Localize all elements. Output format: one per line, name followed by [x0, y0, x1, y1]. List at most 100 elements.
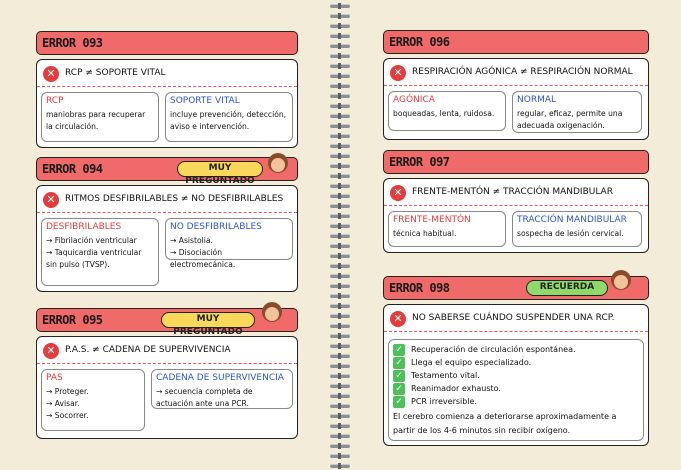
badge-muy-preguntado: MUY PREGUNTADO: [177, 161, 263, 186]
checklist-text: Recuperación de circulación espontánea.: [411, 345, 576, 354]
card-error-098: ERROR 098 RECUERDA ✕ NO SABERSE CUÁNDO S…: [383, 270, 649, 446]
right-text: → secuencia completa de actuación ante u…: [156, 387, 253, 408]
question-text: NO SABERSE CUÁNDO SUSPENDER UNA RCP.: [412, 313, 615, 323]
divider: [384, 331, 648, 332]
left-heading: AGÓNICA: [393, 95, 435, 105]
checkbox-checked-icon: ✓: [393, 344, 405, 356]
close-icon: ✕: [43, 192, 59, 208]
left-page: ERROR 093 ✕ RCP ≠ SOPORTE VITAL RCP mani…: [0, 0, 330, 470]
card-title: ERROR 096: [389, 35, 450, 49]
left-box: PAS → Proteger. → Avisar. → Socorrer.: [41, 369, 145, 431]
question-text: RITMOS DESFIBRILABLES ≠ NO DESFIBRILABLE…: [65, 194, 284, 204]
question-row: ✕ FRENTE-MENTÓN ≠ TRACCIÓN MANDIBULAR: [390, 185, 642, 203]
right-text: sospecha de lesión cervical.: [517, 229, 624, 238]
right-heading: SOPORTE VITAL: [170, 96, 240, 106]
question-text: P.A.S. ≠ CADENA DE SUPERVIVENCIA: [65, 345, 231, 355]
avatar-icon: [611, 270, 631, 296]
left-box: DESFIBRILABLES → Fibrilación ventricular…: [41, 218, 159, 286]
right-heading: CADENA DE SUPERVIVENCIA: [156, 373, 284, 383]
divider: [37, 363, 297, 364]
checkbox-checked-icon: ✓: [393, 383, 405, 395]
card-header: ERROR 094 MUY PREGUNTADO: [36, 157, 298, 186]
right-item: → Disociación electromecánica.: [170, 248, 236, 269]
right-heading: TRACCIÓN MANDIBULAR: [517, 215, 627, 225]
card-body: ✕ P.A.S. ≠ CADENA DE SUPERVIVENCIA PAS →…: [36, 336, 298, 439]
left-item: → Proteger.: [46, 387, 89, 396]
close-icon: ✕: [43, 66, 59, 82]
right-box: SOPORTE VITAL incluye prevención, detecc…: [165, 92, 293, 142]
close-icon: ✕: [390, 311, 406, 327]
note-text: El cerebro comienza a deteriorarse aprox…: [393, 412, 617, 435]
left-box: AGÓNICA boqueadas, lenta, ruidosa.: [388, 91, 506, 131]
checklist-text: Testamento vital.: [411, 371, 480, 380]
card-error-094: ERROR 094 MUY PREGUNTADO ✕ RITMOS DESFIB…: [36, 153, 298, 292]
notebook-spine: [326, 0, 354, 470]
right-heading: NORMAL: [517, 95, 557, 105]
card-error-093: ERROR 093 ✕ RCP ≠ SOPORTE VITAL RCP mani…: [36, 31, 298, 148]
close-icon: ✕: [390, 65, 406, 81]
card-header: ERROR 097: [383, 150, 649, 174]
right-page: ERROR 096 ✕ RESPIRACIÓN AGÓNICA ≠ RESPIR…: [351, 0, 681, 470]
left-text: maniobras para recuperar la circulación.: [46, 110, 146, 131]
left-item: → Avisar.: [46, 399, 80, 408]
card-error-096: ERROR 096 ✕ RESPIRACIÓN AGÓNICA ≠ RESPIR…: [383, 30, 649, 140]
avatar-icon: [262, 302, 282, 328]
question-row: ✕ P.A.S. ≠ CADENA DE SUPERVIVENCIA: [43, 343, 291, 361]
question-text: RESPIRACIÓN AGÓNICA ≠ RESPIRACIÓN NORMAL: [412, 67, 633, 77]
right-box: TRACCIÓN MANDIBULAR sospecha de lesión c…: [512, 211, 642, 247]
divider: [37, 212, 297, 213]
question-text: FRENTE-MENTÓN ≠ TRACCIÓN MANDIBULAR: [412, 187, 613, 197]
right-text: regular, eficaz, permite una adecuada ox…: [517, 109, 623, 130]
checkbox-checked-icon: ✓: [393, 396, 405, 408]
checklist-box: ✓ Recuperación de circulación espontánea…: [388, 339, 644, 441]
question-row: ✕ RCP ≠ SOPORTE VITAL: [43, 66, 291, 84]
badge-muy-preguntado: MUY PREGUNTADO: [161, 312, 255, 337]
right-heading: NO DESFIBRILABLES: [170, 222, 262, 232]
right-text: incluye prevención, detección, aviso e i…: [170, 110, 287, 131]
right-box: CADENA DE SUPERVIVENCIA → secuencia comp…: [151, 369, 293, 409]
card-body: ✕ RESPIRACIÓN AGÓNICA ≠ RESPIRACIÓN NORM…: [383, 58, 649, 140]
question-row: ✕ NO SABERSE CUÁNDO SUSPENDER UNA RCP.: [390, 311, 642, 329]
checkbox-checked-icon: ✓: [393, 370, 405, 382]
checklist-text: PCR irreversible.: [411, 397, 478, 406]
left-item: → Fibrilación ventricular: [46, 236, 137, 245]
question-text: RCP ≠ SOPORTE VITAL: [65, 68, 166, 78]
left-heading: FRENTE-MENTÓN: [393, 215, 471, 225]
close-icon: ✕: [43, 343, 59, 359]
left-box: FRENTE-MENTÓN técnica habitual.: [388, 211, 506, 247]
card-body: ✕ FRENTE-MENTÓN ≠ TRACCIÓN MANDIBULAR FR…: [383, 178, 649, 253]
card-error-097: ERROR 097 ✕ FRENTE-MENTÓN ≠ TRACCIÓN MAN…: [383, 150, 649, 253]
left-heading: RCP: [46, 96, 64, 106]
left-item: → Socorrer.: [46, 411, 89, 420]
left-item: → Taquicardia ventricular sin pulso (TVS…: [46, 248, 142, 269]
checklist-text: Llega el equipo especializado.: [411, 358, 532, 367]
left-box: RCP maniobras para recuperar la circulac…: [41, 92, 159, 142]
card-error-095: ERROR 095 MUY PREGUNTADO ✕ P.A.S. ≠ CADE…: [36, 302, 298, 439]
left-text: técnica habitual.: [393, 229, 457, 238]
card-title: ERROR 094: [42, 162, 103, 176]
checkbox-checked-icon: ✓: [393, 357, 405, 369]
left-text: boqueadas, lenta, ruidosa.: [393, 109, 495, 118]
avatar-icon: [268, 153, 288, 179]
badge-recuerda: RECUERDA: [526, 280, 608, 296]
question-row: ✕ RITMOS DESFIBRILABLES ≠ NO DESFIBRILAB…: [43, 192, 291, 210]
right-box: NORMAL regular, eficaz, permite una adec…: [512, 91, 642, 133]
left-heading: DESFIBRILABLES: [46, 222, 122, 232]
card-title: ERROR 098: [389, 281, 450, 295]
close-icon: ✕: [390, 185, 406, 201]
left-heading: PAS: [46, 373, 63, 383]
divider: [384, 85, 648, 86]
card-title: ERROR 095: [42, 313, 103, 327]
checklist-text: Reanimador exhausto.: [411, 384, 501, 393]
question-row: ✕ RESPIRACIÓN AGÓNICA ≠ RESPIRACIÓN NORM…: [390, 65, 642, 83]
card-body: ✕ RCP ≠ SOPORTE VITAL RCP maniobras para…: [36, 59, 298, 148]
card-header: ERROR 096: [383, 30, 649, 54]
divider: [384, 205, 648, 206]
divider: [37, 86, 297, 87]
right-box: NO DESFIBRILABLES → Asistolia. → Disocia…: [165, 218, 293, 269]
card-title: ERROR 093: [42, 36, 103, 50]
right-item: → Asistolia.: [170, 236, 213, 245]
card-body: ✕ NO SABERSE CUÁNDO SUSPENDER UNA RCP. ✓…: [383, 304, 649, 446]
card-title: ERROR 097: [389, 155, 450, 169]
card-header: ERROR 093: [36, 31, 298, 55]
